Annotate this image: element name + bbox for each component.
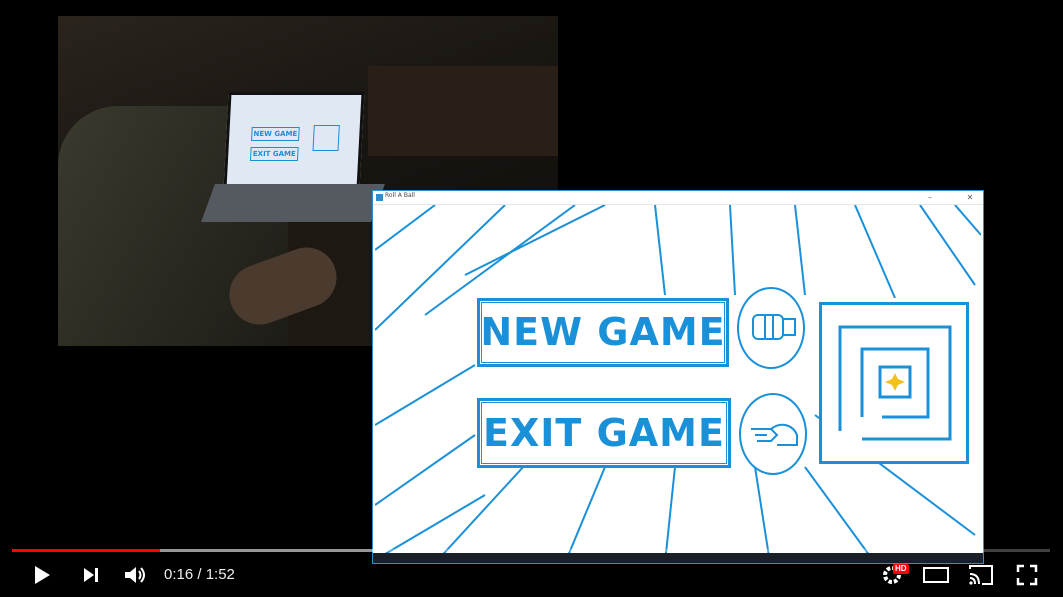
theater-mode-button[interactable] bbox=[918, 556, 954, 594]
fullscreen-button[interactable] bbox=[1008, 556, 1046, 594]
new-game-button[interactable]: NEW GAME bbox=[477, 298, 729, 367]
exit-game-button[interactable]: EXIT GAME bbox=[477, 398, 731, 468]
settings-button[interactable] bbox=[874, 556, 910, 594]
exit-game-label: EXIT GAME bbox=[483, 411, 725, 455]
unity-app-icon bbox=[376, 194, 383, 201]
play-icon bbox=[35, 566, 50, 584]
pinch-gesture-icon bbox=[739, 393, 807, 475]
new-game-label: NEW GAME bbox=[480, 310, 726, 354]
cast-icon bbox=[969, 565, 993, 585]
game-menu-scene: NEW GAME EXIT GAME bbox=[375, 205, 981, 563]
play-button[interactable] bbox=[22, 556, 62, 594]
volume-button[interactable] bbox=[116, 556, 156, 594]
hd-badge: HD bbox=[893, 564, 909, 574]
close-button[interactable]: ✕ bbox=[959, 191, 981, 204]
mini-maze-icon bbox=[312, 125, 340, 151]
fist-gesture-icon bbox=[737, 287, 805, 369]
cast-button[interactable] bbox=[962, 556, 1000, 594]
laptop-keyboard bbox=[201, 184, 385, 222]
theater-mode-icon bbox=[923, 567, 949, 583]
mini-new-game-label: NEW GAME bbox=[251, 127, 300, 141]
game-window: Roll A Ball – ✕ NEW GAME EXIT GAME bbox=[372, 190, 984, 564]
mini-exit-game-label: EXIT GAME bbox=[249, 147, 299, 161]
volume-icon bbox=[125, 567, 145, 583]
next-button[interactable] bbox=[72, 556, 110, 594]
player-controls: 0:16 / 1:52 HD bbox=[0, 556, 1063, 597]
window-title: Roll A Ball bbox=[385, 192, 415, 199]
kitchen-shelf bbox=[368, 66, 558, 156]
window-title-bar: Roll A Ball – ✕ bbox=[373, 191, 983, 205]
maze-preview-icon bbox=[819, 302, 969, 464]
laptop-screen: NEW GAME EXIT GAME bbox=[223, 92, 365, 190]
minimize-button[interactable]: – bbox=[919, 191, 941, 204]
time-display: 0:16 / 1:52 bbox=[164, 566, 235, 583]
progress-played bbox=[12, 549, 160, 552]
fullscreen-icon bbox=[1016, 564, 1038, 586]
next-icon bbox=[84, 568, 98, 582]
